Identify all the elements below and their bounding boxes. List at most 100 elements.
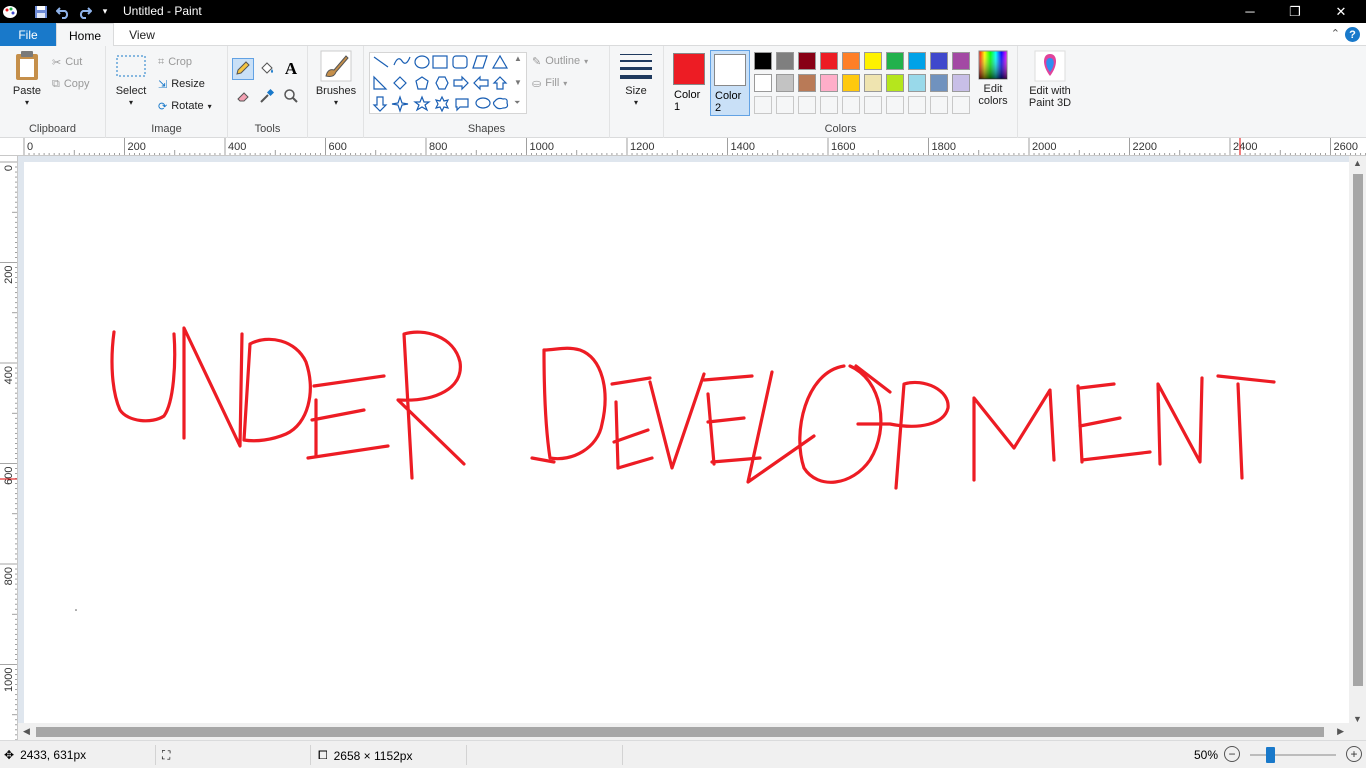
- custom-color-slot[interactable]: [952, 96, 970, 114]
- rotate-button[interactable]: ⟳ Rotate ▾: [158, 96, 212, 116]
- palette-swatch[interactable]: [842, 52, 860, 70]
- horizontal-ruler-ticks: 0 200 400 600 800 1000 1200 1400 1600 1800 2000 220…: [23, 138, 1366, 155]
- crop-button[interactable]: ⌗ Crop: [158, 52, 192, 72]
- brushes-button[interactable]: Brushes ▾: [314, 50, 358, 109]
- zoom-out-button[interactable]: −: [1224, 746, 1240, 762]
- fill-bucket-icon: ⛀: [532, 77, 542, 90]
- palette-swatch[interactable]: [842, 74, 860, 92]
- edit-colors-button[interactable]: Edit colors: [974, 50, 1012, 107]
- palette-swatch[interactable]: [952, 74, 970, 92]
- custom-color-slot[interactable]: [886, 96, 904, 114]
- custom-color-slot[interactable]: [776, 96, 794, 114]
- close-button[interactable]: ✕: [1318, 0, 1364, 23]
- minimize-button[interactable]: ─: [1227, 0, 1273, 23]
- custom-color-slot[interactable]: [798, 96, 816, 114]
- tab-home[interactable]: Home: [56, 23, 114, 47]
- paste-button[interactable]: Paste ▾: [8, 50, 46, 109]
- custom-color-slot[interactable]: [930, 96, 948, 114]
- customize-quick-access-icon[interactable]: ▾: [95, 2, 115, 21]
- redo-icon[interactable]: [75, 2, 95, 21]
- shapes-scroll-down-icon[interactable]: ▼: [514, 78, 522, 87]
- palette-swatch[interactable]: [798, 52, 816, 70]
- zoom-slider-thumb[interactable]: [1266, 747, 1275, 763]
- magnifier-icon: [283, 88, 299, 107]
- undo-icon[interactable]: [53, 2, 73, 21]
- outline-label: Outline: [545, 55, 581, 67]
- tools-group: A Tools: [228, 46, 308, 138]
- selection-size-icon: ⛶: [162, 748, 171, 762]
- palette-swatch[interactable]: [908, 74, 926, 92]
- color-picker-tool[interactable]: [256, 86, 278, 108]
- drawing-canvas[interactable]: [24, 162, 1352, 728]
- help-icon[interactable]: ?: [1345, 27, 1360, 42]
- palette-swatch[interactable]: [908, 52, 926, 70]
- tab-view[interactable]: View: [114, 23, 170, 46]
- scroll-right-arrow-icon[interactable]: ▶: [1337, 726, 1344, 737]
- shapes-scroll-up-icon[interactable]: ▲: [514, 54, 522, 63]
- scroll-left-arrow-icon[interactable]: ◀: [23, 726, 30, 737]
- ruler-label: 400: [3, 366, 15, 384]
- window-title: Untitled - Paint: [123, 4, 202, 18]
- color2-button[interactable]: Color 2: [710, 50, 750, 116]
- palette-swatch[interactable]: [886, 52, 904, 70]
- custom-color-slot[interactable]: [754, 96, 772, 114]
- vertical-scroll-thumb[interactable]: [1353, 174, 1363, 686]
- custom-color-slot[interactable]: [908, 96, 926, 114]
- size-button[interactable]: Size ▾: [618, 50, 654, 109]
- ribbon-tabs: File Home View ⌃ ?: [0, 23, 1366, 47]
- zoom-in-button[interactable]: +: [1346, 746, 1362, 762]
- resize-button[interactable]: ⇲ Resize: [158, 74, 205, 94]
- text-tool[interactable]: A: [280, 58, 302, 80]
- collapse-ribbon-icon[interactable]: ⌃: [1331, 27, 1340, 40]
- crop-icon: ⌗: [158, 55, 165, 68]
- copy-button[interactable]: ⧉ Copy: [52, 74, 90, 94]
- ruler-label: 2000: [1032, 141, 1056, 153]
- palette-swatch[interactable]: [864, 52, 882, 70]
- image-group: Select ▾ ⌗ Crop ⇲ Resize ⟳ Rotate ▾ Imag…: [106, 46, 228, 138]
- outline-button[interactable]: ✎ Outline ▾: [532, 51, 588, 71]
- pencil-tool[interactable]: [232, 58, 254, 80]
- palette-swatch[interactable]: [952, 52, 970, 70]
- vertical-scrollbar[interactable]: ▲ ▼: [1349, 156, 1366, 726]
- color1-button[interactable]: Color 1: [669, 50, 709, 116]
- palette-swatch[interactable]: [930, 52, 948, 70]
- fill-tool[interactable]: [256, 58, 278, 80]
- palette-swatch[interactable]: [886, 74, 904, 92]
- horizontal-scroll-thumb[interactable]: [36, 727, 1324, 737]
- magnifier-tool[interactable]: [280, 86, 302, 108]
- horizontal-scrollbar[interactable]: ◀ ▶: [18, 723, 1366, 740]
- palette-swatch[interactable]: [820, 52, 838, 70]
- palette-swatch[interactable]: [776, 74, 794, 92]
- ruler-label: 200: [128, 141, 146, 153]
- palette-swatch[interactable]: [754, 52, 772, 70]
- rotate-icon: ⟳: [158, 100, 168, 113]
- select-button[interactable]: Select ▾: [114, 50, 148, 109]
- scroll-up-arrow-icon[interactable]: ▲: [1353, 158, 1362, 168]
- ruler-label: 1200: [630, 141, 654, 153]
- edit-with-paint3d-button[interactable]: Edit with Paint 3D: [1024, 50, 1076, 109]
- palette-swatch[interactable]: [820, 74, 838, 92]
- color1-label: Color 1: [674, 89, 701, 113]
- palette-swatch[interactable]: [776, 52, 794, 70]
- palette-swatch[interactable]: [798, 74, 816, 92]
- shapes-expand-icon[interactable]: ⏷: [514, 98, 520, 108]
- zoom-slider-track[interactable]: [1250, 754, 1336, 756]
- save-icon[interactable]: [31, 2, 51, 21]
- fill-button[interactable]: ⛀ Fill ▾: [532, 73, 567, 93]
- ruler-label: 0: [3, 165, 15, 171]
- tab-file[interactable]: File: [0, 23, 56, 46]
- palette-swatch[interactable]: [754, 74, 772, 92]
- custom-color-slot[interactable]: [842, 96, 860, 114]
- eraser-tool[interactable]: [232, 86, 254, 108]
- cut-button[interactable]: ✂ Cut: [52, 52, 82, 72]
- size-label: Size: [625, 85, 647, 97]
- palette-swatch[interactable]: [930, 74, 948, 92]
- handwritten-under-development-drawing: [75, 326, 1276, 611]
- custom-color-slot[interactable]: [864, 96, 882, 114]
- maximize-button[interactable]: ❐: [1272, 0, 1318, 23]
- ruler-label: 1000: [3, 668, 15, 692]
- paint-app-icon[interactable]: [0, 2, 20, 21]
- custom-color-slot[interactable]: [820, 96, 838, 114]
- shapes-gallery[interactable]: [369, 52, 527, 114]
- palette-swatch[interactable]: [864, 74, 882, 92]
